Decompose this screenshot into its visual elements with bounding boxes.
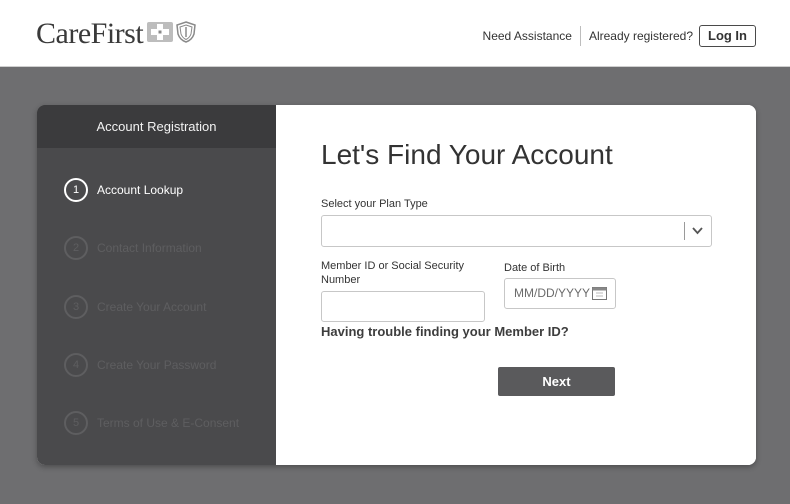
- sidebar-title: Account Registration: [37, 105, 276, 148]
- step-label: Contact Information: [97, 241, 202, 255]
- step-terms-of-use: 5 Terms of Use & E-Consent: [64, 411, 239, 435]
- login-button[interactable]: Log In: [699, 25, 756, 47]
- step-create-password: 4 Create Your Password: [64, 353, 216, 377]
- step-number: 2: [64, 236, 88, 260]
- blue-cross-icon: [147, 21, 174, 48]
- blue-shield-icon: [176, 20, 196, 48]
- logo-text: CareFirst: [36, 17, 144, 50]
- step-account-lookup: 1 Account Lookup: [64, 178, 183, 202]
- step-number: 1: [64, 178, 88, 202]
- account-lookup-form: Let's Find Your Account Select your Plan…: [276, 105, 756, 465]
- plan-type-label: Select your Plan Type: [321, 198, 428, 210]
- dob-input[interactable]: MM/DD/YYYY: [504, 278, 616, 309]
- dob-placeholder: MM/DD/YYYY: [514, 286, 591, 300]
- step-label: Create Your Password: [97, 358, 217, 372]
- step-create-account: 3 Create Your Account: [64, 295, 206, 319]
- dob-label: Date of Birth: [504, 262, 566, 274]
- already-registered-text: Already registered?: [588, 29, 693, 43]
- step-contact-information: 2 Contact Information: [64, 236, 202, 260]
- registration-steps-sidebar: Account Registration 1 Account Lookup 2 …: [37, 105, 276, 465]
- step-number: 5: [64, 411, 88, 435]
- step-number: 4: [64, 353, 88, 377]
- step-label: Terms of Use & E-Consent: [97, 416, 240, 430]
- registration-card: Account Registration 1 Account Lookup 2 …: [37, 105, 756, 465]
- member-id-input[interactable]: [321, 291, 485, 322]
- step-number: 3: [64, 295, 88, 319]
- calendar-icon[interactable]: [592, 286, 607, 305]
- select-divider: [684, 222, 685, 240]
- chevron-down-icon[interactable]: [691, 224, 704, 242]
- site-header: CareFirst Need Assistance Already regist…: [0, 0, 790, 67]
- next-button[interactable]: Next: [498, 367, 615, 396]
- step-label: Create Your Account: [97, 300, 207, 314]
- member-id-help-link[interactable]: Having trouble finding your Member ID?: [321, 324, 569, 339]
- plan-type-select[interactable]: [321, 215, 712, 247]
- step-label: Account Lookup: [97, 183, 184, 197]
- member-id-label: Member ID or Social Security Number: [321, 260, 465, 286]
- carefirst-logo[interactable]: CareFirst: [36, 14, 196, 54]
- need-assistance-link[interactable]: Need Assistance: [483, 26, 581, 46]
- page-title: Let's Find Your Account: [321, 139, 613, 170]
